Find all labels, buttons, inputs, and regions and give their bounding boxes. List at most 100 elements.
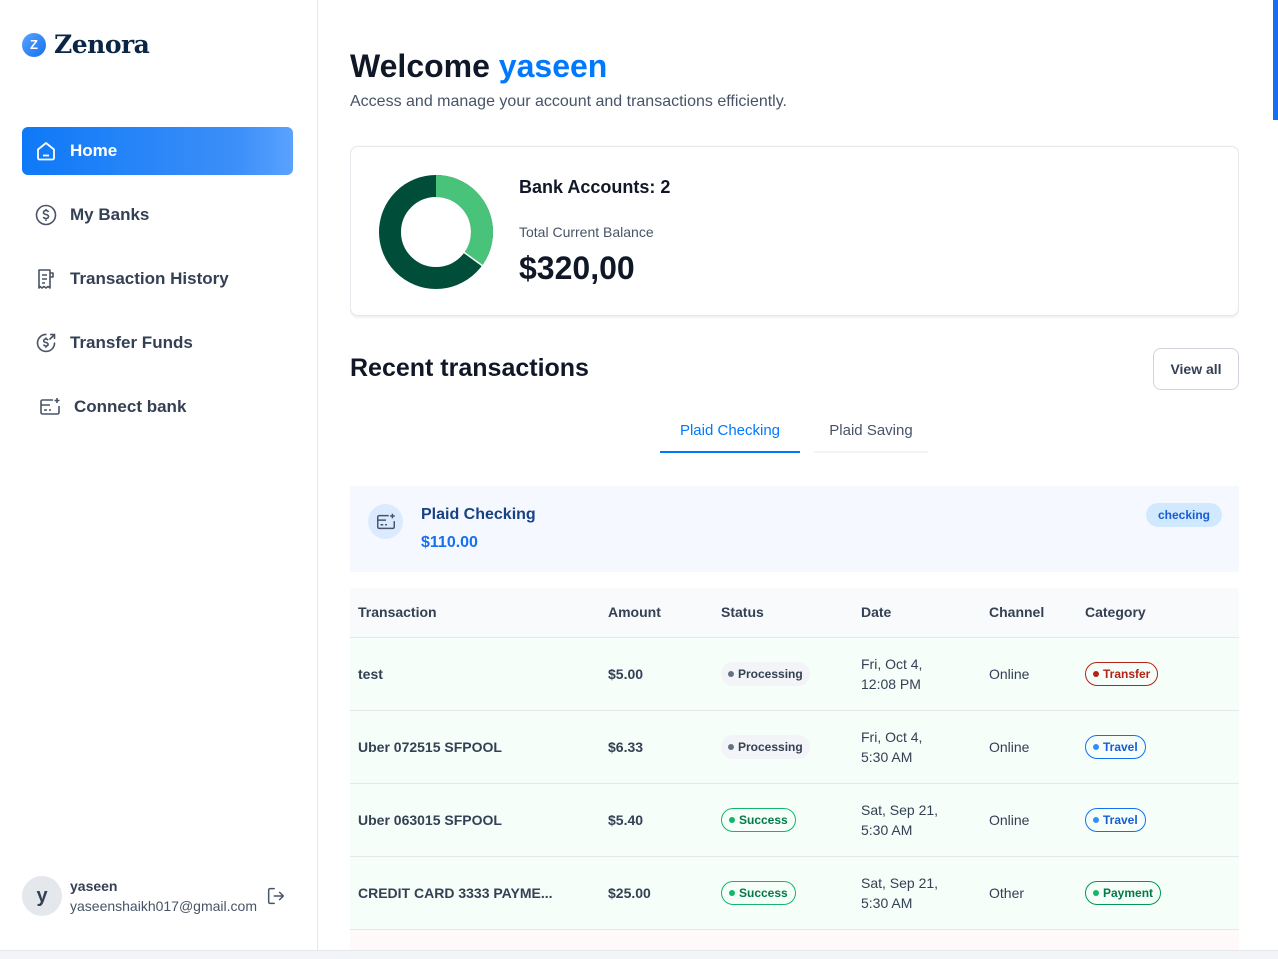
- table-row[interactable]: test $5.00 Processing Fri, Oct 4, 12:08 PM On…: [350, 637, 1239, 711]
- transaction-category-cell: Transfer: [1077, 637, 1239, 711]
- home-icon: [34, 139, 58, 163]
- user-name: yaseen: [70, 878, 118, 894]
- transaction-name: test: [350, 637, 600, 711]
- card-plus-icon: [368, 504, 403, 539]
- status-badge: Success: [721, 880, 796, 905]
- column-header: Transaction: [350, 588, 600, 638]
- table-row[interactable]: Uber 072515 SFPOOL $6.33 Processing Fri, Oc…: [350, 710, 1239, 784]
- tab-plaid-saving[interactable]: Plaid Saving: [814, 410, 928, 453]
- status-label: Success: [739, 812, 788, 827]
- sidebar-item-my-banks[interactable]: My Banks: [22, 191, 293, 239]
- view-all-button[interactable]: View all: [1153, 348, 1239, 390]
- category-label: Transfer: [1103, 666, 1151, 681]
- transaction-date: Sat, Sep 21, 5:30 AM: [853, 856, 981, 930]
- user-info: yaseen yaseenshaikh017@gmail.com: [70, 876, 257, 916]
- logo-icon: Z: [22, 32, 46, 57]
- transaction-name: Uber 072515 SFPOOL: [350, 710, 600, 784]
- time-line: 5:30 AM: [861, 748, 913, 765]
- transactions-body: test $5.00 Processing Fri, Oct 4, 12:08 PM On…: [350, 637, 1239, 950]
- column-header: Status: [713, 588, 853, 638]
- logout-icon[interactable]: [265, 885, 287, 907]
- category-dot: [1093, 889, 1099, 896]
- status-badge: Processing: [721, 734, 810, 759]
- account-type-badge: checking: [1145, 503, 1222, 527]
- transaction-channel: Other: [981, 856, 1077, 930]
- sidebar-item-label: Transfer Funds: [70, 333, 193, 352]
- money-send-icon: [34, 331, 58, 355]
- transaction-amount: $5.00: [600, 637, 713, 711]
- transaction-status-cell: Processing: [713, 710, 853, 784]
- category-label: Travel: [1103, 739, 1138, 754]
- balance-donut-chart: [379, 175, 493, 289]
- time-line: 5:30 AM: [861, 821, 913, 838]
- tab-plaid-checking[interactable]: Plaid Checking: [660, 410, 800, 453]
- bank-account-name: Plaid Checking: [421, 506, 536, 523]
- bank-tabs: Plaid Checking Plaid Saving: [650, 410, 928, 453]
- page-title: Welcome yaseen: [350, 48, 607, 85]
- transaction-name: Uber 063015 SFPOOL: [350, 783, 600, 857]
- date-line: Fri, Oct 4,: [861, 655, 923, 672]
- transaction-date: Fri, Oct 4, 12:08 PM: [853, 637, 981, 711]
- transaction-date: Fri, Oct 4, 5:30 AM: [853, 710, 981, 784]
- dollar-circle-icon: [34, 203, 58, 227]
- sidebar-item-home[interactable]: Home: [22, 127, 293, 175]
- date-line: Fri, Oct 4,: [861, 728, 923, 745]
- total-balance-value: $320,00: [519, 250, 635, 286]
- category-dot: [1093, 670, 1099, 677]
- bank-account-info: Plaid Checking $110.00 checking: [350, 486, 1239, 572]
- date-line: Sat, Sep 21,: [861, 801, 939, 818]
- transaction-channel: Online: [981, 710, 1077, 784]
- total-balance-card: Bank Accounts: 2 Total Current Balance $…: [350, 146, 1239, 316]
- status-label: Processing: [738, 739, 803, 754]
- main-content: Welcome yaseen Access and manage your ac…: [350, 0, 1239, 950]
- category-badge: Transfer: [1085, 661, 1159, 686]
- status-badge: Processing: [721, 661, 810, 686]
- horizontal-scrollbar[interactable]: [0, 950, 1278, 959]
- transaction-channel: Online: [981, 637, 1077, 711]
- sidebar-item-transfer-funds[interactable]: Transfer Funds: [22, 319, 293, 367]
- table-row[interactable]: Uber 063015 SFPOOL $5.40 Success Sat, Sep 2…: [350, 783, 1239, 857]
- total-balance-label: Total Current Balance: [519, 224, 654, 240]
- category-badge: Travel: [1085, 807, 1146, 832]
- status-label: Processing: [738, 666, 803, 681]
- page-subtitle: Access and manage your account and trans…: [350, 93, 787, 110]
- avatar[interactable]: y: [22, 876, 62, 916]
- sidebar-item-label: My Banks: [70, 205, 150, 224]
- card-plus-icon: [38, 395, 62, 419]
- column-header: Channel: [981, 588, 1077, 638]
- sidebar-item-label: Home: [70, 141, 118, 160]
- transaction-category-cell: Travel: [1077, 710, 1239, 784]
- logo[interactable]: Z Zenora: [22, 30, 150, 59]
- category-dot: [1093, 816, 1099, 823]
- logo-text: Zenora: [54, 30, 150, 59]
- transaction-amount: $25.00: [600, 856, 713, 930]
- transaction-status-cell: Success: [713, 856, 853, 930]
- status-dot: [728, 670, 734, 677]
- sidebar: Z Zenora Home My Banks Transaction Histo…: [0, 0, 318, 950]
- scrollbar-indicator[interactable]: [1273, 0, 1278, 120]
- user-email: yaseenshaikh017@gmail.com: [70, 898, 257, 914]
- sidebar-nav: Home My Banks Transaction History Transf…: [22, 127, 293, 447]
- receipt-icon: [34, 267, 58, 291]
- time-line: 5:30 AM: [861, 894, 913, 911]
- category-label: Travel: [1103, 812, 1138, 827]
- table-row[interactable]: CREDIT CARD 3333 PAYME... $25.00 Success Sa…: [350, 856, 1239, 930]
- transaction-amount: $5.40: [600, 783, 713, 857]
- sidebar-item-connect-bank[interactable]: Connect bank: [22, 383, 293, 431]
- transaction-category-cell: Travel: [1077, 783, 1239, 857]
- status-badge: Success: [721, 807, 796, 832]
- status-dot: [728, 743, 734, 750]
- transaction-channel: Online: [981, 783, 1077, 857]
- welcome-greeting: Welcome: [350, 48, 490, 84]
- status-dot: [729, 816, 735, 823]
- transaction-date: Sat, Sep 21, 5:30 AM: [853, 783, 981, 857]
- sidebar-item-transaction-history[interactable]: Transaction History: [22, 255, 293, 303]
- table-row-partial: [350, 929, 1239, 950]
- category-badge: Payment: [1085, 880, 1162, 905]
- welcome-user-name: yaseen: [498, 48, 608, 84]
- date-line: Sat, Sep 21,: [861, 874, 939, 891]
- recent-transactions-title: Recent transactions: [350, 354, 589, 382]
- bank-accounts-count: Bank Accounts: 2: [519, 177, 671, 197]
- sidebar-item-label: Connect bank: [74, 397, 187, 416]
- transaction-amount: $6.33: [600, 710, 713, 784]
